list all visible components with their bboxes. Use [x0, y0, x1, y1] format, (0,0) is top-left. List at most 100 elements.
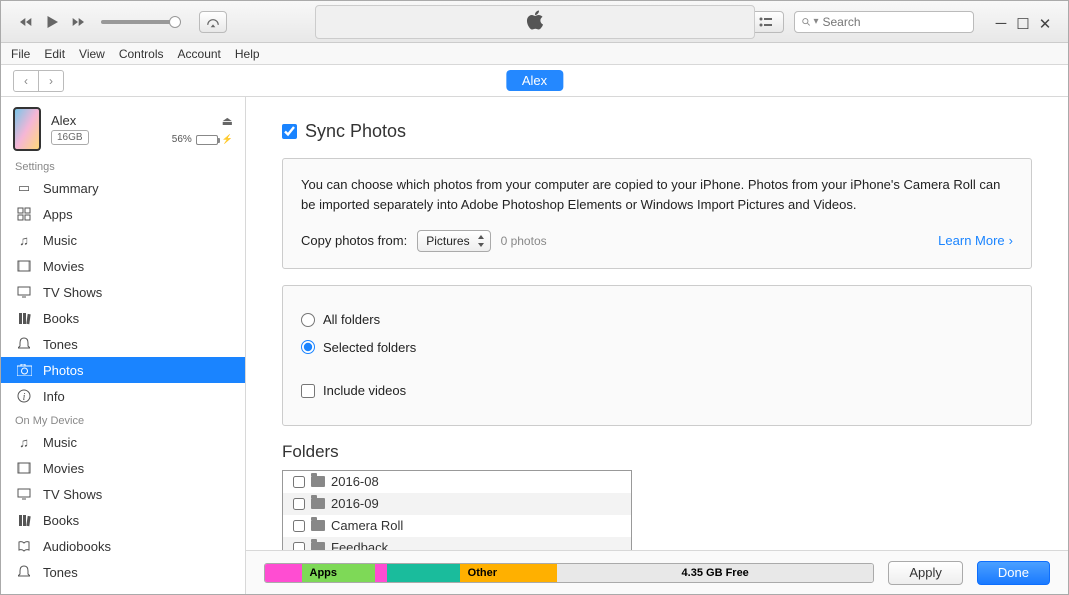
back-button[interactable]: ‹: [13, 70, 39, 92]
sidebar-item-tones[interactable]: Tones: [1, 331, 245, 357]
device-header: Alex ⏏ 16GB 56% ⚡: [1, 97, 245, 155]
books-icon: [15, 312, 33, 325]
folder-checkbox[interactable]: [293, 476, 305, 488]
photo-count: 0 photos: [501, 232, 547, 250]
sidebar-item-books[interactable]: Books: [1, 305, 245, 331]
capacity-bar: Apps Other 4.35 GB Free: [264, 563, 874, 583]
tv-icon: [15, 488, 33, 500]
sidebar-item-music[interactable]: ♫Music: [1, 227, 245, 253]
folders-heading: Folders: [282, 442, 1032, 462]
all-folders-option[interactable]: All folders: [301, 310, 1013, 330]
folder-checkbox[interactable]: [293, 520, 305, 532]
copy-from-label: Copy photos from:: [301, 231, 407, 251]
folder-options-panel: All folders Selected folders Include vid…: [282, 285, 1032, 426]
battery-percent: 56%: [172, 134, 192, 145]
ondevice-audiobooks[interactable]: Audiobooks: [1, 533, 245, 559]
copy-from-dropdown[interactable]: Pictures: [417, 230, 490, 252]
music-icon: ♫: [15, 435, 33, 450]
sidebar-item-tvshows[interactable]: TV Shows: [1, 279, 245, 305]
search-input[interactable]: [822, 15, 967, 29]
menu-bar: File Edit View Controls Account Help: [1, 43, 1068, 65]
folder-row[interactable]: 2016-08: [283, 471, 631, 493]
menu-controls[interactable]: Controls: [119, 47, 164, 61]
tones-icon: [15, 565, 33, 579]
music-icon: ♫: [15, 233, 33, 248]
player-bar: ▾ ─ ☐ ✕: [1, 1, 1068, 43]
capacity-badge: 16GB: [51, 130, 89, 145]
forward-button[interactable]: ›: [38, 70, 64, 92]
sidebar: Alex ⏏ 16GB 56% ⚡ Settings ▭Summary Apps…: [1, 97, 246, 594]
bottom-bar: Apps Other 4.35 GB Free Apply Done: [246, 550, 1068, 594]
capacity-seg-docs: [387, 564, 460, 582]
close-button[interactable]: ✕: [1038, 17, 1052, 31]
folder-list[interactable]: 2016-08 2016-09 Camera Roll Feedback: [282, 470, 632, 562]
volume-slider[interactable]: [101, 20, 181, 24]
info-icon: i: [15, 389, 33, 403]
capacity-seg-free: 4.35 GB Free: [557, 564, 873, 582]
folder-row[interactable]: 2016-09: [283, 493, 631, 515]
done-button[interactable]: Done: [977, 561, 1050, 585]
search-box[interactable]: ▾: [794, 11, 974, 33]
sync-photos-checkbox[interactable]: [282, 124, 297, 139]
ondevice-books[interactable]: Books: [1, 507, 245, 533]
menu-edit[interactable]: Edit: [44, 47, 65, 61]
minimize-button[interactable]: ─: [994, 17, 1008, 31]
apps-icon: [15, 207, 33, 221]
ondevice-tvshows[interactable]: TV Shows: [1, 481, 245, 507]
next-button[interactable]: [67, 11, 89, 33]
books-icon: [15, 514, 33, 527]
apple-logo-icon: [525, 8, 545, 35]
summary-icon: ▭: [15, 180, 33, 196]
include-videos-option[interactable]: Include videos: [301, 381, 1013, 401]
sidebar-item-info[interactable]: iInfo: [1, 383, 245, 409]
menu-file[interactable]: File: [11, 47, 30, 61]
play-button[interactable]: [41, 11, 63, 33]
device-name: Alex: [51, 113, 76, 128]
lcd-display: [315, 5, 755, 39]
airplay-button[interactable]: [199, 11, 227, 33]
ondevice-tones[interactable]: Tones: [1, 559, 245, 585]
settings-header: Settings: [1, 155, 245, 175]
photos-icon: [15, 364, 33, 376]
selected-folders-option[interactable]: Selected folders: [301, 338, 1013, 358]
tones-icon: [15, 337, 33, 351]
tv-icon: [15, 286, 33, 298]
folder-row[interactable]: Camera Roll: [283, 515, 631, 537]
include-videos-checkbox[interactable]: [301, 384, 315, 398]
folder-icon: [311, 520, 325, 531]
sidebar-item-apps[interactable]: Apps: [1, 201, 245, 227]
prev-button[interactable]: [15, 11, 37, 33]
selected-folders-radio[interactable]: [301, 340, 315, 354]
menu-view[interactable]: View: [79, 47, 105, 61]
volume-thumb[interactable]: [169, 16, 181, 28]
all-folders-radio[interactable]: [301, 313, 315, 327]
sidebar-item-photos[interactable]: Photos: [1, 357, 245, 383]
folder-icon: [311, 476, 325, 487]
search-icon: [801, 16, 811, 28]
folder-checkbox[interactable]: [293, 498, 305, 510]
ondevice-movies[interactable]: Movies: [1, 455, 245, 481]
sidebar-item-summary[interactable]: ▭Summary: [1, 175, 245, 201]
eject-icon[interactable]: ⏏: [222, 114, 233, 128]
ondevice-music[interactable]: ♫Music: [1, 429, 245, 455]
capacity-seg-misc: [375, 564, 387, 582]
svg-text:i: i: [23, 392, 26, 403]
phone-thumbnail: [13, 107, 41, 151]
maximize-button[interactable]: ☐: [1016, 17, 1030, 31]
learn-more-link[interactable]: Learn More ›: [938, 231, 1013, 251]
menu-account[interactable]: Account: [178, 47, 221, 61]
movies-icon: [15, 260, 33, 272]
capacity-seg-other: Other: [460, 564, 557, 582]
charging-icon: ⚡: [222, 134, 233, 145]
sync-photos-title: Sync Photos: [305, 121, 406, 142]
device-pill[interactable]: Alex: [506, 70, 563, 91]
movies-icon: [15, 462, 33, 474]
chevron-right-icon: ›: [1009, 231, 1013, 251]
sidebar-item-movies[interactable]: Movies: [1, 253, 245, 279]
folder-icon: [311, 498, 325, 509]
capacity-seg-photos: [265, 564, 302, 582]
sync-description: You can choose which photos from your co…: [301, 175, 1013, 214]
battery-icon: [196, 135, 218, 145]
menu-help[interactable]: Help: [235, 47, 260, 61]
apply-button[interactable]: Apply: [888, 561, 963, 585]
